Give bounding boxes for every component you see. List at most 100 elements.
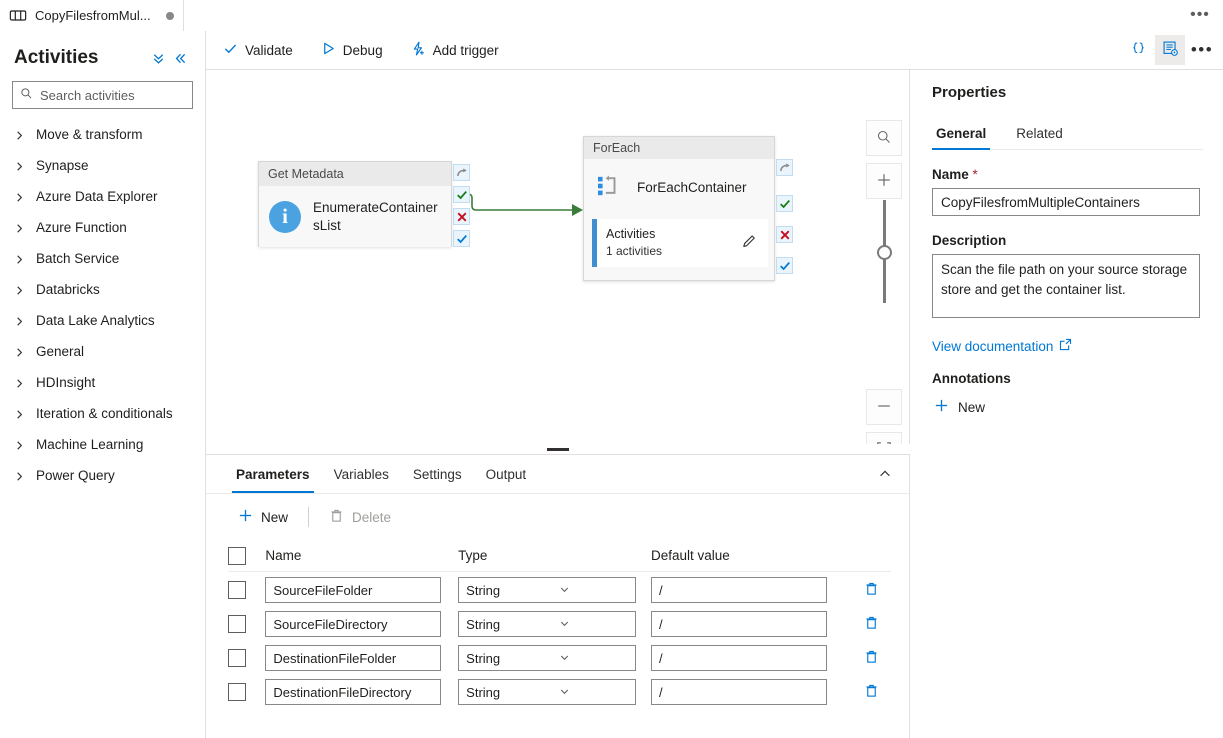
pipeline-name-input[interactable] [932, 188, 1200, 216]
parameter-type-select[interactable]: String [458, 611, 637, 637]
activity-node-foreach[interactable]: ForEach ForEachContainer Activities 1 ac… [583, 136, 775, 281]
code-view-button[interactable] [1123, 35, 1153, 65]
node-name-label: ForEachContainer [637, 179, 747, 195]
sidebar-item-general[interactable]: General [0, 336, 205, 367]
annotations-label: Annotations [932, 371, 1011, 386]
add-trigger-button[interactable]: Add trigger [400, 34, 510, 66]
sidebar-item-iteration-conditionals[interactable]: Iteration & conditionals [0, 398, 205, 429]
tab-settings[interactable]: Settings [401, 455, 474, 493]
parameter-name-input[interactable] [265, 577, 442, 603]
zoom-in-button[interactable] [866, 163, 902, 199]
sidebar-item-databricks[interactable]: Databricks [0, 274, 205, 305]
failure-handle-get-metadata[interactable] [453, 208, 470, 225]
row-delete-cell [852, 615, 891, 633]
sidebar-item-label: Machine Learning [36, 437, 144, 452]
sidebar-item-hdinsight[interactable]: HDInsight [0, 367, 205, 398]
toolbar-more-button[interactable]: ••• [1187, 35, 1217, 65]
view-documentation-link[interactable]: View documentation [932, 338, 1072, 354]
bottom-panel-collapse-button[interactable] [873, 463, 897, 487]
row-checkbox[interactable] [228, 615, 246, 633]
sidebar-item-move-transform[interactable]: Move & transform [0, 119, 205, 150]
sidebar-item-label: HDInsight [36, 375, 96, 390]
pipeline-tab-copyfilesfrommultiplecontainers[interactable]: CopyFilesfromMul... [0, 0, 184, 31]
parameter-default-input[interactable] [650, 679, 827, 705]
tab-parameters[interactable]: Parameters [224, 455, 322, 493]
trash-icon[interactable] [864, 581, 879, 599]
required-asterisk: * [972, 167, 978, 182]
lightning-plus-icon [411, 41, 426, 59]
debug-button[interactable]: Debug [310, 34, 394, 66]
search-activities-box[interactable] [12, 81, 193, 109]
parameter-type-select[interactable]: String [458, 645, 637, 671]
tab-variables[interactable]: Variables [322, 455, 401, 493]
trash-icon[interactable] [864, 615, 879, 633]
new-annotation-label: New [958, 399, 986, 415]
parameter-name-input[interactable] [265, 679, 442, 705]
sidebar-item-synapse[interactable]: Synapse [0, 150, 205, 181]
chevron-up-icon [878, 467, 892, 484]
table-row: String [228, 642, 891, 674]
skip-handle-foreach[interactable] [776, 159, 793, 176]
new-annotation-button[interactable]: New [932, 393, 993, 421]
parameter-default-cell [650, 645, 852, 671]
properties-panel: Properties General Related Name * Descri… [911, 70, 1223, 738]
sidebar-item-label: Azure Data Explorer [36, 189, 158, 204]
parameter-default-input[interactable] [650, 611, 827, 637]
trash-icon[interactable] [864, 649, 879, 667]
parameter-type-select[interactable]: String [458, 679, 637, 705]
properties-title: Properties [932, 84, 1007, 101]
skip-handle-get-metadata[interactable] [453, 164, 470, 181]
double-chevron-down-icon[interactable] [147, 47, 169, 69]
row-select-cell [228, 649, 265, 667]
tab-output[interactable]: Output [474, 455, 539, 493]
double-chevron-left-icon[interactable] [169, 47, 191, 69]
activity-node-get-metadata[interactable]: Get Metadata i EnumerateContainersList [258, 161, 452, 247]
success-handle-get-metadata[interactable] [453, 186, 470, 203]
validate-button[interactable]: Validate [212, 34, 304, 66]
pipeline-description-textarea[interactable]: Scan the file path on your source storag… [932, 254, 1200, 318]
failure-handle-foreach[interactable] [776, 226, 793, 243]
tab-related[interactable]: Related [1012, 117, 1067, 149]
sidebar-item-label: Azure Function [36, 220, 127, 235]
chevron-right-icon [14, 377, 25, 388]
pencil-icon[interactable] [741, 233, 758, 253]
zoom-search-button[interactable] [866, 120, 902, 156]
row-checkbox[interactable] [228, 649, 246, 667]
completion-handle-get-metadata[interactable] [453, 230, 470, 247]
parameter-name-input[interactable] [265, 611, 442, 637]
properties-panel-button[interactable] [1155, 35, 1185, 65]
success-handle-foreach[interactable] [776, 195, 793, 212]
parameter-name-input[interactable] [265, 645, 442, 671]
new-parameter-button[interactable]: New [228, 502, 298, 532]
pipeline-canvas[interactable]: Get Metadata i EnumerateContainersList F… [206, 70, 910, 451]
zoom-slider-thumb[interactable] [877, 245, 892, 260]
parameter-type-cell: String [458, 645, 651, 671]
completion-handle-foreach[interactable] [776, 257, 793, 274]
search-input[interactable] [40, 87, 185, 103]
sidebar-item-power-query[interactable]: Power Query [0, 460, 205, 491]
sidebar-item-batch-service[interactable]: Batch Service [0, 243, 205, 274]
sidebar-item-azure-function[interactable]: Azure Function [0, 212, 205, 243]
parameter-type-select[interactable]: String [458, 577, 637, 603]
sidebar-item-machine-learning[interactable]: Machine Learning [0, 429, 205, 460]
row-checkbox[interactable] [228, 683, 246, 701]
tab-bar-more-button[interactable]: ••• [1187, 4, 1213, 26]
pipeline-icon [9, 9, 27, 22]
delete-parameter-button[interactable]: Delete [319, 502, 401, 532]
zoom-out-button[interactable] [866, 389, 902, 425]
parameter-type-cell: String [458, 679, 651, 705]
select-all-checkbox[interactable] [228, 546, 246, 565]
canvas-panel-splitter[interactable] [206, 444, 910, 454]
zoom-slider[interactable] [866, 200, 902, 303]
sidebar-item-azure-data-explorer[interactable]: Azure Data Explorer [0, 181, 205, 212]
table-row: String [228, 608, 891, 640]
foreach-activities-card[interactable]: Activities 1 activities [592, 219, 768, 267]
sidebar-item-data-lake-analytics[interactable]: Data Lake Analytics [0, 305, 205, 336]
row-checkbox[interactable] [228, 581, 246, 599]
trash-icon[interactable] [864, 683, 879, 701]
parameter-default-input[interactable] [650, 577, 827, 603]
parameter-default-cell [650, 577, 852, 603]
parameter-default-input[interactable] [650, 645, 827, 671]
tab-general[interactable]: General [932, 117, 991, 150]
chevron-right-icon [14, 253, 25, 264]
